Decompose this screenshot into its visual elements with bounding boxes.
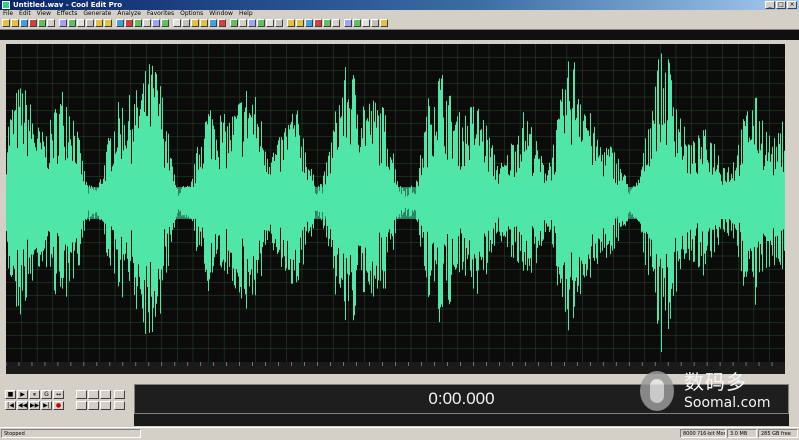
title-bar: Untitled.wav - Cool Edit Pro _ □ × [0,0,799,10]
selection-view-panel [134,414,789,426]
toolbar-tool-icon[interactable] [287,19,295,27]
menu-view[interactable]: View [37,10,51,18]
minimize-button[interactable]: _ [765,1,775,9]
toolbar-tool-icon[interactable] [257,19,265,27]
toolbar [0,18,799,30]
window-title: Untitled.wav - Cool Edit Pro [13,1,123,9]
rewind-button[interactable]: ◀◀ [17,401,28,410]
zoom-to-right-icon[interactable] [88,401,99,410]
go-to-end-button[interactable]: ▶| [41,401,52,410]
waveform-core [6,187,785,219]
toolbar-tool-icon[interactable] [104,19,112,27]
toolbar-tool-icon[interactable] [2,19,10,27]
go-to-start-button[interactable]: |◀ [5,401,16,410]
toolbar-tool-icon[interactable] [152,19,160,27]
zoom-overview [0,30,799,70]
status-format: 8000 ?16-bit Mono [680,429,726,438]
toolbar-tool-icon[interactable] [161,19,169,27]
menu-effects[interactable]: Effects [57,10,77,18]
toolbar-tool-icon[interactable] [116,19,124,27]
zoom-in-horizontal-icon[interactable] [76,390,87,399]
menu-file[interactable]: File [3,10,13,18]
menu-window[interactable]: Window [209,10,233,18]
stop-button[interactable]: ■ [5,390,16,399]
toolbar-tool-icon[interactable] [332,19,340,27]
menu-options[interactable]: Options [180,10,203,18]
status-bar: Stopped 8000 ?16-bit Mono 3.0 MB 285 GB … [0,427,799,440]
toolbar-tool-icon[interactable] [191,19,199,27]
toolbar-tool-icon[interactable] [95,19,103,27]
watermark-url: Soomal.com [684,395,771,411]
toolbar-tool-icon[interactable] [29,19,37,27]
toolbar-tool-icon[interactable] [275,19,283,27]
pause-button[interactable]: ⏸ [29,390,40,399]
menu-bar: File Edit View Effects Generate Analyze … [0,10,799,18]
play-to-end-button[interactable]: G [41,390,52,399]
toolbar-tool-icon[interactable] [68,19,76,27]
toolbar-tool-icon[interactable] [344,19,352,27]
toolbar-tool-icon[interactable] [296,19,304,27]
toolbar-tool-icon[interactable] [314,19,322,27]
amplitude-ruler [785,44,799,362]
watermark-logo-icon [640,371,674,411]
toolbar-tool-icon[interactable] [305,19,313,27]
menu-analyze[interactable]: Analyze [117,10,141,18]
zoom-to-left-icon[interactable] [76,401,87,410]
toolbar-tool-icon[interactable] [230,19,238,27]
toolbar-tool-icon[interactable] [47,19,55,27]
watermark: 数码多 Soomal.com [640,371,790,415]
transport-controls: ■ ▶ ⏸ G ↔ |◀ ◀◀ ▶▶ ▶| ● [0,385,130,427]
zoom-full-icon[interactable] [100,390,111,399]
toolbar-tool-icon[interactable] [11,19,19,27]
menu-help[interactable]: Help [239,10,253,18]
toolbar-tool-icon[interactable] [209,19,217,27]
menu-generate[interactable]: Generate [83,10,111,18]
maximize-button[interactable]: □ [776,1,786,9]
toolbar-tool-icon[interactable] [323,19,331,27]
toolbar-tool-icon[interactable] [20,19,28,27]
toolbar-tool-icon[interactable] [362,19,370,27]
toolbar-tool-icon[interactable] [248,19,256,27]
watermark-brand: 数码多 [684,370,747,394]
status-size: 3.0 MB [727,429,757,438]
toolbar-tool-icon[interactable] [59,19,67,27]
toolbar-tool-icon[interactable] [353,19,361,27]
close-button[interactable]: × [787,1,797,9]
toolbar-tool-icon[interactable] [134,19,142,27]
toolbar-tool-icon[interactable] [371,19,379,27]
toolbar-tool-icon[interactable] [218,19,226,27]
status-free-space: 285 GB free [758,429,798,438]
zoom-out-horizontal-icon[interactable] [88,390,99,399]
record-button[interactable]: ● [53,401,64,410]
toolbar-tool-icon[interactable] [239,19,247,27]
toolbar-tool-icon[interactable] [182,19,190,27]
toolbar-tool-icon[interactable] [173,19,181,27]
zoom-in-vertical-icon[interactable] [114,390,125,399]
toolbar-tool-icon[interactable] [266,19,274,27]
waveform-canvas[interactable] [0,40,799,374]
toolbar-tool-icon[interactable] [380,19,388,27]
toolbar-tool-icon[interactable] [200,19,208,27]
toolbar-tool-icon[interactable] [143,19,151,27]
menu-favorites[interactable]: Favorites [147,10,174,18]
status-state: Stopped [1,429,141,438]
play-button[interactable]: ▶ [17,390,28,399]
menu-edit[interactable]: Edit [19,10,31,18]
toolbar-tool-icon[interactable] [125,19,133,27]
zoom-out-vertical-icon[interactable] [114,401,125,410]
app-icon [2,1,10,9]
fast-forward-button[interactable]: ▶▶ [29,401,40,410]
toolbar-tool-icon[interactable] [77,19,85,27]
waveform-display[interactable] [0,40,799,374]
loop-button[interactable]: ↔ [53,390,64,399]
zoom-selection-icon[interactable] [100,401,111,410]
window-controls: _ □ × [765,1,797,9]
toolbar-tool-icon[interactable] [38,19,46,27]
toolbar-tool-icon[interactable] [86,19,94,27]
